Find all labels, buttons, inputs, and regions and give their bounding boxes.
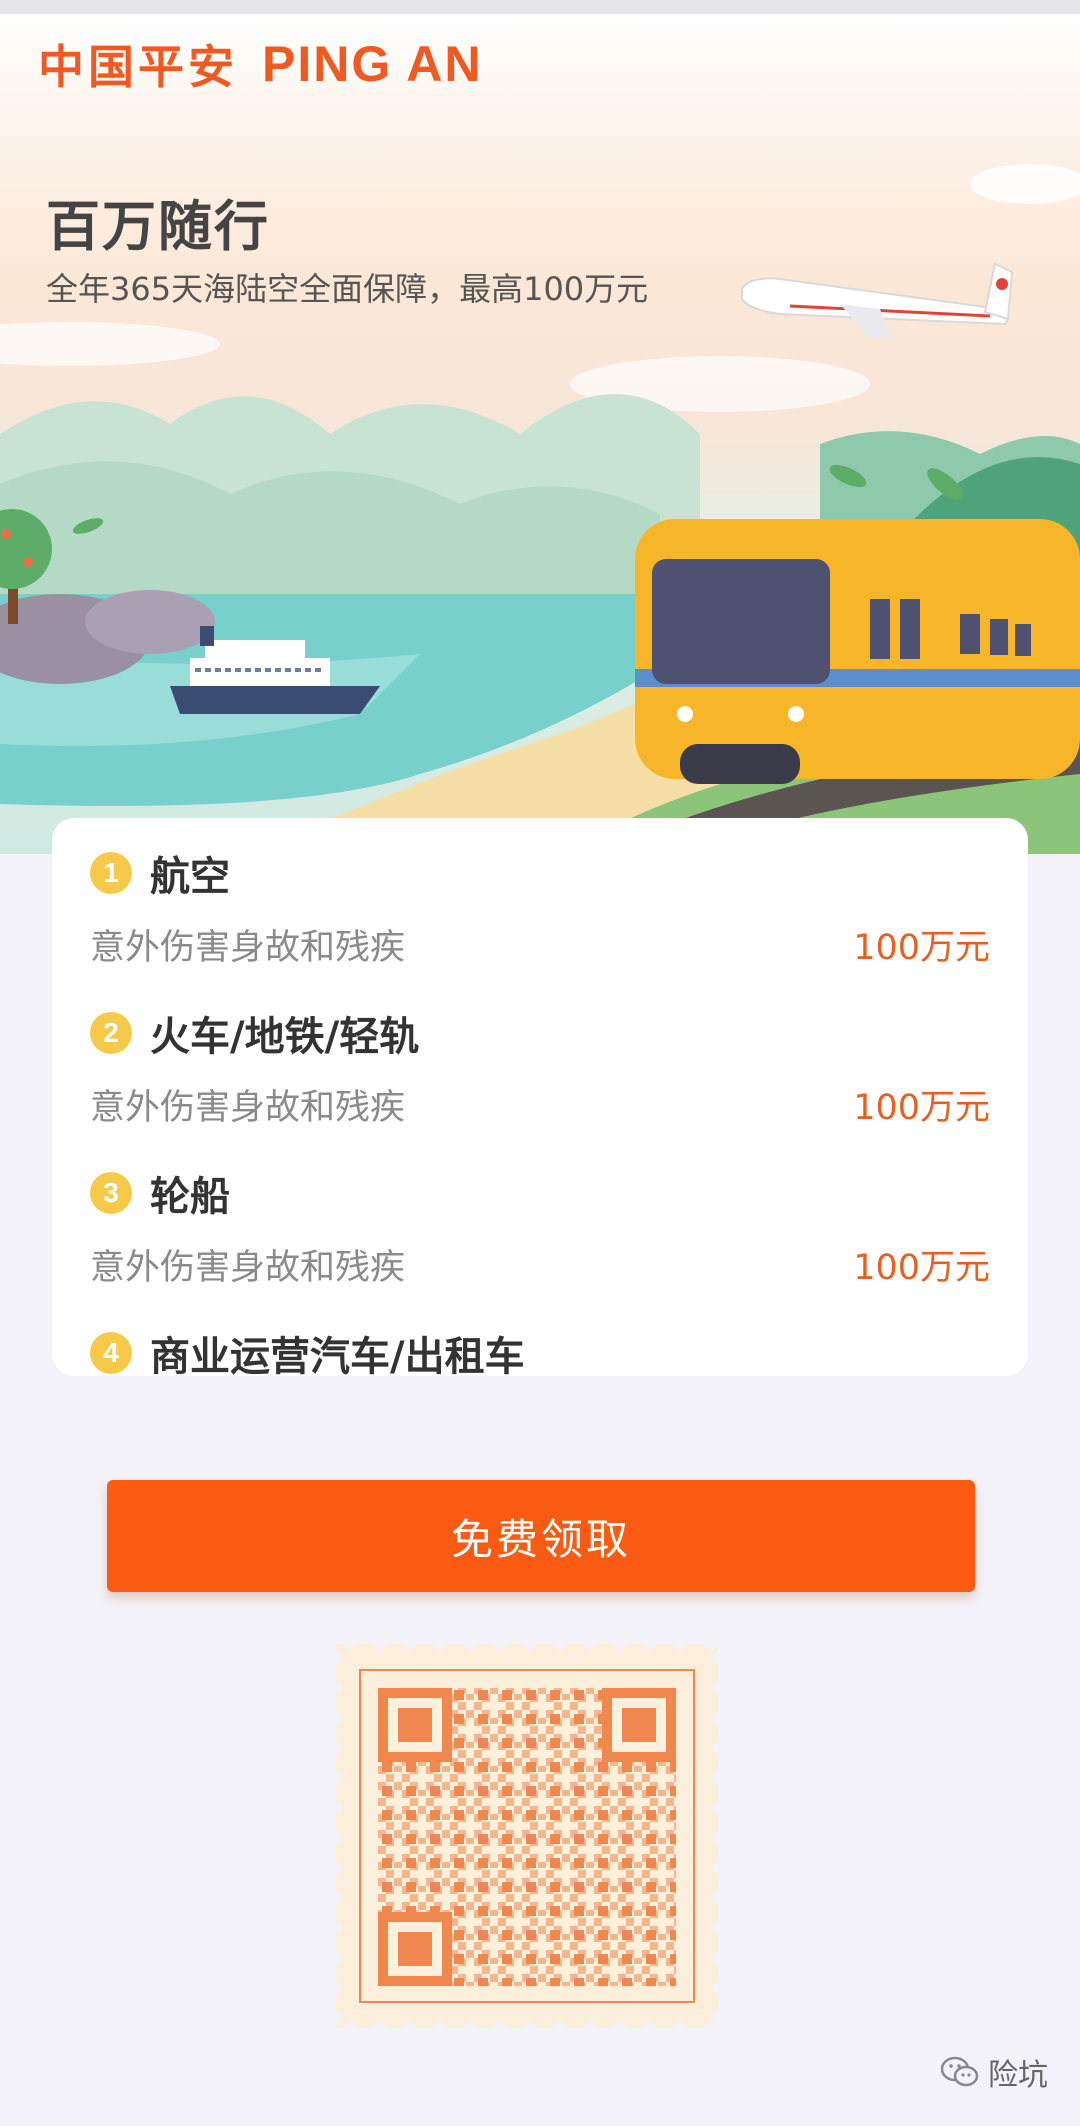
page-subtitle: 全年365天海陆空全面保障，最高100万元 (46, 270, 649, 308)
claim-free-button[interactable]: 免费领取 (107, 1480, 975, 1592)
coverage-desc: 意外伤害身故和残疾 (90, 927, 406, 968)
cloud (0, 322, 220, 366)
train-light (788, 706, 804, 722)
hero-banner: 中国平安 PING AN 百万随行 全年365天海陆空全面保障，最高100万元 (0, 14, 1080, 854)
rock (85, 590, 215, 654)
coverage-item: 3 轮船 意外伤害身故和残疾 100万元 (90, 1158, 990, 1308)
coverage-amount: 100万元 (853, 1087, 990, 1128)
coverage-desc: 意外伤害身故和残疾 (90, 1087, 406, 1128)
watermark-text: 险坑 (988, 2058, 1048, 2093)
train-window (900, 599, 920, 659)
coverage-title: 航空 (150, 854, 230, 900)
coverage-item: 2 火车/地铁/轻轨 意外伤害身故和残疾 100万元 (90, 998, 990, 1148)
coverage-desc: 意外伤害身故和残疾 (90, 1247, 406, 1288)
airplane-logo (996, 278, 1008, 290)
qr-code-icon[interactable] (330, 1638, 724, 2034)
qr-finder-bottom-left (378, 1912, 452, 1986)
tree-fruit (1, 529, 11, 539)
coverage-amount: 100万元 (853, 1247, 990, 1288)
train-windshield (652, 559, 830, 684)
coverage-item: 1 航空 意外伤害身故和残疾 100万元 (90, 838, 990, 988)
watermark: 险坑 (940, 2050, 1048, 2094)
train-window (960, 614, 980, 654)
qr-finder-top-left (378, 1688, 452, 1762)
coverage-title: 轮船 (150, 1174, 230, 1220)
qr-finder-top-right (602, 1688, 676, 1762)
page-title: 百万随行 (46, 195, 270, 258)
airplane-tail (983, 262, 1014, 321)
hero-illustration (0, 164, 1080, 854)
number-badge: 4 (90, 1332, 132, 1374)
train-window (870, 599, 890, 659)
page: 中国平安 PING AN 百万随行 全年365天海陆空全面保障，最高100万元 … (0, 0, 1080, 2126)
number-badge: 1 (90, 852, 132, 894)
train-window (990, 619, 1008, 655)
ship-cabin (205, 640, 305, 660)
coverage-amount: 100万元 (853, 927, 990, 968)
wechat-icon (940, 2056, 979, 2087)
coverage-item: 4 商业运营汽车/出租车 (90, 1318, 990, 1376)
train-bumper (680, 744, 800, 784)
logo-cn: 中国平安 (38, 40, 238, 94)
coverage-card[interactable]: 1 航空 意外伤害身故和残疾 100万元 2 火车/地铁/轻轨 意外伤害身故和残… (52, 818, 1028, 1376)
ship-funnel (200, 626, 214, 646)
logo-en: PING AN (262, 36, 483, 92)
cloud (970, 164, 1080, 204)
tree-fruit (23, 557, 33, 567)
number-badge: 2 (90, 1012, 132, 1054)
number-badge: 3 (90, 1172, 132, 1214)
train-window (1015, 624, 1031, 656)
coverage-title: 商业运营汽车/出租车 (150, 1334, 525, 1376)
train-light (677, 706, 693, 722)
ship-hull (170, 686, 380, 714)
coverage-title: 火车/地铁/轻轨 (150, 1014, 420, 1060)
ping-an-logo: 中国平安 PING AN (38, 32, 483, 96)
status-strip (0, 0, 1080, 14)
